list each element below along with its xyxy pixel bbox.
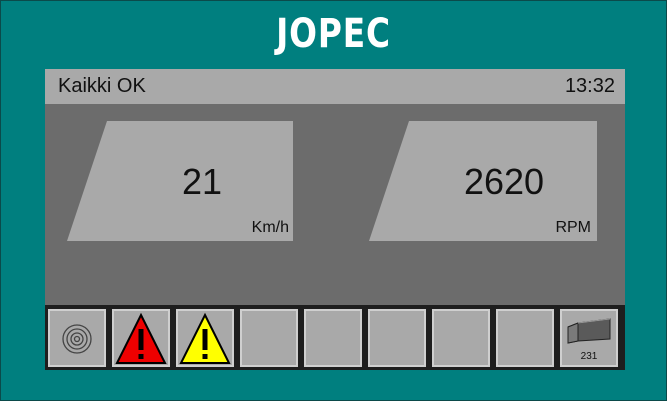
slot-empty-5[interactable] — [496, 309, 554, 367]
speed-gauge: 21 Km/h — [67, 121, 297, 243]
slot-empty-4[interactable] — [432, 309, 490, 367]
slot-empty-3[interactable] — [368, 309, 426, 367]
spiral-icon — [62, 324, 92, 354]
speed-value: 21 — [181, 161, 223, 202]
slot-spiral[interactable] — [48, 309, 106, 367]
brand-logo: JOPEC — [276, 11, 391, 57]
warning-red-icon — [115, 312, 167, 364]
warning-yellow-icon — [179, 312, 231, 364]
status-bar: Kaikki OK 13:32 — [45, 69, 625, 104]
rpm-gauge: 2620 RPM — [369, 121, 599, 243]
clock-time: 13:32 — [564, 75, 615, 97]
status-message: Kaikki OK — [58, 75, 146, 97]
slot-empty-1[interactable] — [240, 309, 298, 367]
slot-warning-red[interactable] — [112, 309, 170, 367]
display-screen: Kaikki OK 13:32 21 Km/h 2620 RPM 231 — [45, 69, 625, 370]
icon-bar: 231 — [45, 305, 625, 370]
rpm-value: 2620 — [463, 161, 545, 202]
blade-count: 231 — [580, 351, 598, 362]
slot-warning-yellow[interactable] — [176, 309, 234, 367]
slot-empty-2[interactable] — [304, 309, 362, 367]
speed-unit: Km/h — [251, 219, 289, 236]
rpm-unit: RPM — [555, 219, 591, 236]
device-frame: JOPEC Kaikki OK 13:32 21 Km/h 2620 RPM 2… — [0, 0, 667, 401]
slot-blade[interactable]: 231 — [560, 309, 618, 367]
